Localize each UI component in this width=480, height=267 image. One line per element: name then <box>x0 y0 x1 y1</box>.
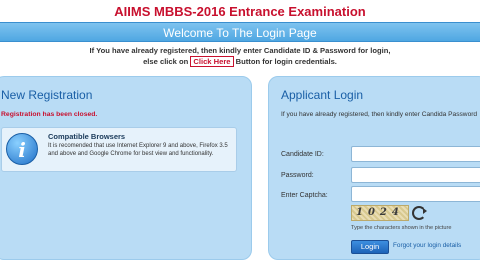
page-title: AIIMS MBBS-2016 Entrance Examination <box>114 4 366 19</box>
welcome-banner: Welcome To The Login Page <box>0 22 480 42</box>
instructions-line-1: If You have already registered, then kin… <box>89 46 391 55</box>
compatible-browsers-title: Compatible Browsers <box>48 132 126 141</box>
captcha-input[interactable] <box>351 186 480 202</box>
new-registration-title: New Registration <box>1 88 93 102</box>
registration-closed-message: Registration has been closed. <box>1 111 98 118</box>
compatible-browsers-text: It is recomended that use Internet Explo… <box>48 143 228 157</box>
captcha-hint: Type the characters shown in the picture <box>351 225 452 231</box>
password-input[interactable] <box>351 167 480 183</box>
captcha-label: Enter Captcha: <box>281 192 328 199</box>
login-instructions: If You have already registered, then kin… <box>60 45 420 67</box>
instructions-line-2: else click on Click Here Button for logi… <box>60 56 420 67</box>
info-icon: i <box>6 133 38 165</box>
compatible-browsers-box: i Compatible Browsers It is recomended t… <box>1 127 237 172</box>
candidate-id-input[interactable] <box>351 146 480 162</box>
login-button[interactable]: Login <box>351 240 389 254</box>
candidate-id-label: Candidate ID: <box>281 151 324 158</box>
applicant-login-title: Applicant Login <box>281 88 364 102</box>
applicant-login-panel: Applicant Login If you have already regi… <box>268 76 480 260</box>
click-here-button[interactable]: Click Here <box>190 56 234 67</box>
instructions-after-link: Button for login credentials. <box>235 57 337 66</box>
applicant-login-instructions: If you have already registered, then kin… <box>281 111 478 118</box>
refresh-captcha-icon[interactable] <box>412 206 427 220</box>
instructions-before-link: else click on <box>143 57 189 66</box>
password-label: Password: <box>281 172 314 179</box>
captcha-image: 1024 <box>351 205 409 221</box>
new-registration-panel: New Registration Registration has been c… <box>0 76 252 260</box>
forgot-login-link[interactable]: Forgot your login details <box>393 242 461 249</box>
